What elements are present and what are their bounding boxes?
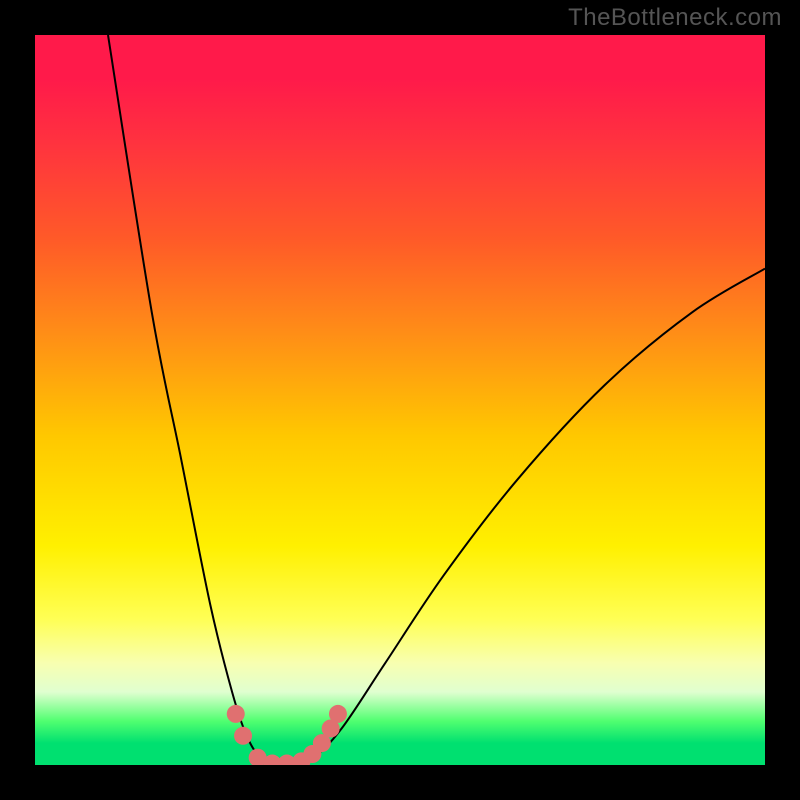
data-marker — [234, 727, 252, 745]
right-curve — [283, 269, 765, 765]
plot-area — [35, 35, 765, 765]
marker-group — [227, 705, 347, 765]
data-marker — [329, 705, 347, 723]
data-marker — [227, 705, 245, 723]
left-curve — [108, 35, 283, 765]
watermark-text: TheBottleneck.com — [568, 4, 782, 32]
chart-svg — [35, 35, 765, 765]
chart-container: TheBottleneck.com — [0, 0, 800, 800]
